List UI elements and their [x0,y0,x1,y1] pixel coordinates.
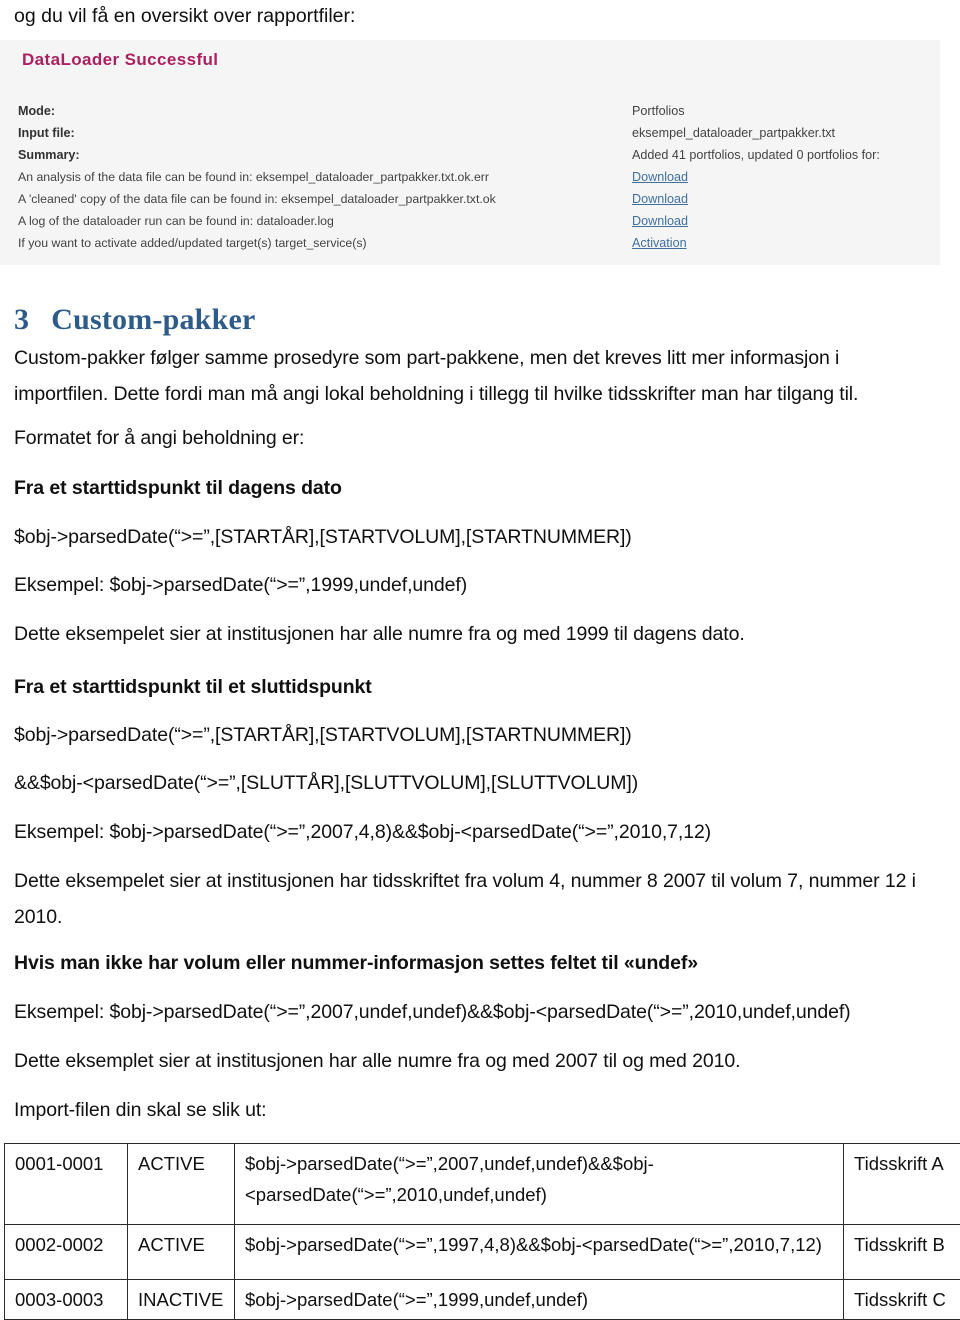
dataloader-status-title: DataLoader Successful [22,50,218,70]
download-link-ok[interactable]: Download [632,188,942,210]
dataloader-log-text: A log of the dataloader run can be found… [18,210,618,232]
cell-name: Tidsskrift C [844,1280,960,1320]
document-page: og du vil få en oversikt over rapportfil… [0,0,960,1316]
example-start-to-today: Eksempel: $obj->parsedDate(“>=”,1999,und… [14,567,926,603]
subheading-start-to-end: Fra et starttidspunkt til et sluttidspun… [14,669,926,705]
subheading-undef: Hvis man ikke har volum eller nummer-inf… [14,945,926,981]
dataloader-label-input-file: Input file: [18,122,618,144]
intro-line: og du vil få en oversikt over rapportfil… [14,2,355,30]
download-link-log[interactable]: Download [632,210,942,232]
cell-expression: $obj->parsedDate(“>=”,1997,4,8)&&$obj-<p… [235,1225,844,1280]
cell-state: ACTIVE [128,1225,235,1280]
cell-state: ACTIVE [128,1144,235,1225]
cell-state: INACTIVE [128,1280,235,1320]
format-start-to-today: $obj->parsedDate(“>=”,[STARTÅR],[STARTVO… [14,519,926,555]
cell-id: 0002-0002 [5,1225,128,1280]
cell-name: Tidsskrift A [844,1144,960,1225]
dataloader-report-screenshot: DataLoader Successful Mode: Input file: … [0,40,940,265]
section-heading: 3 Custom-pakker [14,303,255,337]
cell-name: Tidsskrift B [844,1225,960,1280]
dataloader-analysis-text: An analysis of the data file can be foun… [18,166,618,188]
example-start-to-end: Eksempel: $obj->parsedDate(“>=”,2007,4,8… [14,814,926,850]
subheading-start-to-today: Fra et starttidspunkt til dagens dato [14,470,926,506]
paragraph-intro: Custom-pakker følger samme prosedyre som… [14,340,926,412]
table-row: 0001-0001 ACTIVE $obj->parsedDate(“>=”,2… [5,1144,960,1225]
cell-expression: $obj->parsedDate(“>=”,2007,undef,undef)&… [235,1144,844,1225]
cell-expression: $obj->parsedDate(“>=”,1999,undef,undef) [235,1280,844,1320]
download-link-err-label[interactable]: Download [632,170,688,184]
explain-undef: Dette eksemplet sier at institusjonen ha… [14,1043,926,1079]
download-link-ok-label[interactable]: Download [632,192,688,206]
activation-link[interactable]: Activation [632,232,942,254]
cell-id: 0001-0001 [5,1144,128,1225]
section-title: Custom-pakker [51,303,255,336]
explain-start-to-end: Dette eksempelet sier at institusjonen h… [14,863,926,935]
format-start-to-end-line2: &&$obj-<parsedDate(“>=”,[SLUTTÅR],[SLUTT… [14,765,926,801]
explain-start-to-today: Dette eksempelet sier at institusjonen h… [14,616,926,652]
activation-link-label[interactable]: Activation [632,236,687,250]
dataloader-value-input-file: eksempel_dataloader_partpakker.txt [632,122,942,144]
download-link-err[interactable]: Download [632,166,942,188]
import-file-intro: Import-filen din skal se slik ut: [14,1092,926,1128]
table-row: 0002-0002 ACTIVE $obj->parsedDate(“>=”,1… [5,1225,960,1280]
section-number: 3 [14,303,29,336]
dataloader-activate-text: If you want to activate added/updated ta… [18,232,618,254]
cell-id: 0003-0003 [5,1280,128,1320]
dataloader-left-column: Mode: Input file: Summary: An analysis o… [18,100,618,254]
example-undef: Eksempel: $obj->parsedDate(“>=”,2007,und… [14,994,926,1030]
dataloader-label-summary: Summary: [18,144,618,166]
dataloader-value-mode: Portfolios [632,100,942,122]
dataloader-label-mode: Mode: [18,100,618,122]
dataloader-cleaned-copy-text: A 'cleaned' copy of the data file can be… [18,188,618,210]
dataloader-value-summary: Added 41 portfolios, updated 0 portfolio… [632,144,942,166]
paragraph-format-intro: Formatet for å angi beholdning er: [14,420,926,456]
dataloader-right-column: Portfolios eksempel_dataloader_partpakke… [632,100,942,254]
download-link-log-label[interactable]: Download [632,214,688,228]
import-file-table: 0001-0001 ACTIVE $obj->parsedDate(“>=”,2… [4,1143,960,1320]
format-start-to-end-line1: $obj->parsedDate(“>=”,[STARTÅR],[STARTVO… [14,717,926,753]
table-row: 0003-0003 INACTIVE $obj->parsedDate(“>=”… [5,1280,960,1320]
